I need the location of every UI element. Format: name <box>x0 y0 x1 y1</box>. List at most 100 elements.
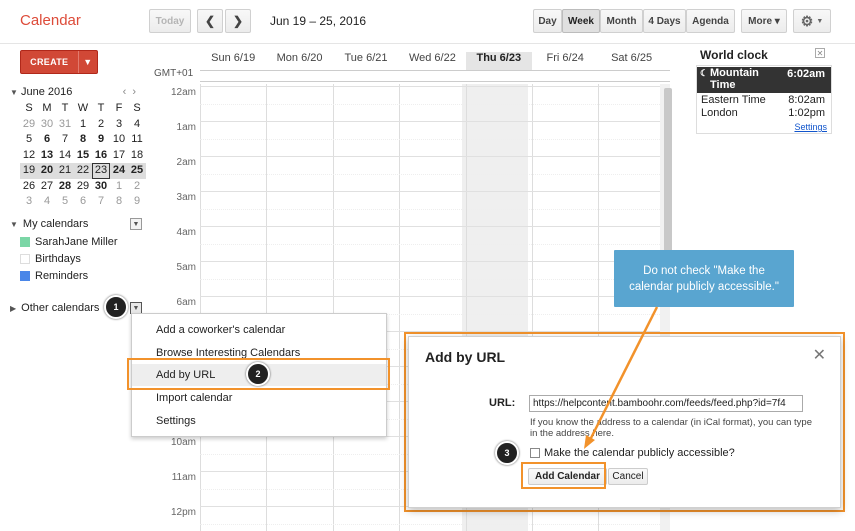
mini-calendar-day[interactable]: 1 <box>110 179 128 195</box>
collapse-triangle-icon: ▼ <box>10 220 18 229</box>
mini-calendar-day[interactable]: 13 <box>38 148 56 164</box>
calendar-item[interactable]: Birthdays <box>20 253 81 265</box>
my-calendars-toggle[interactable]: ▼ My calendars <box>10 218 88 230</box>
instruction-tooltip: Do not check "Make the calendar publicly… <box>614 250 794 307</box>
mini-calendar-day[interactable]: 30 <box>92 179 110 195</box>
day-header[interactable]: Mon 6/20 <box>266 52 332 70</box>
mini-calendar-day[interactable]: 26 <box>20 179 38 195</box>
hour-line <box>200 121 670 122</box>
url-input[interactable] <box>529 395 803 412</box>
mini-calendar-day[interactable]: 14 <box>56 148 74 164</box>
mini-calendar-day[interactable]: 7 <box>56 132 74 148</box>
mini-calendar-nav[interactable]: ‹› <box>123 86 142 98</box>
mini-calendar-day[interactable]: 6 <box>74 194 92 210</box>
calendar-item[interactable]: SarahJane Miller <box>20 236 118 248</box>
view-day-button[interactable]: Day <box>533 9 562 33</box>
mini-calendar-day[interactable]: 8 <box>110 194 128 210</box>
mini-calendar-day[interactable]: 15 <box>74 148 92 164</box>
mini-calendar-day[interactable]: 22 <box>74 163 92 179</box>
mini-calendar-day[interactable]: 5 <box>56 194 74 210</box>
view-4days-button[interactable]: 4 Days <box>643 9 686 33</box>
mini-calendar-day[interactable]: 20 <box>38 163 56 179</box>
mini-calendar-day[interactable]: 8 <box>74 132 92 148</box>
mini-calendar-day[interactable]: 25 <box>128 163 146 179</box>
day-header[interactable]: Thu 6/23 <box>465 52 532 70</box>
mini-calendar-day[interactable]: 28 <box>56 179 74 195</box>
today-button[interactable]: Today <box>149 9 191 33</box>
mini-calendar-day[interactable]: 27 <box>38 179 56 195</box>
url-label: URL: <box>489 397 516 409</box>
mini-calendar-day[interactable]: 3 <box>110 117 128 133</box>
hour-line <box>200 86 670 87</box>
mini-calendar-day[interactable]: 2 <box>92 117 110 133</box>
mini-calendar-day[interactable]: 1 <box>74 117 92 133</box>
view-week-button[interactable]: Week <box>562 9 600 33</box>
my-calendars-dropdown[interactable]: ▼ <box>130 218 142 230</box>
mini-calendar-grid: S M T W T F S 29 30 31 1 2 3 4 5 6 7 8 9 10 11 12 13 14 15 16 17 18… <box>20 101 146 210</box>
mini-calendar-day[interactable]: 21 <box>56 163 74 179</box>
view-agenda-button[interactable]: Agenda <box>686 9 735 33</box>
timezone-label: GMT+01 <box>154 68 194 79</box>
day-header[interactable]: Sun 6/19 <box>200 52 266 70</box>
mini-calendar-day[interactable]: 17 <box>110 148 128 164</box>
dropdown-arrow-icon[interactable]: ▼ <box>77 51 98 73</box>
public-checkbox[interactable] <box>530 448 540 458</box>
settings-button[interactable]: ⚙ ▼ <box>793 9 831 33</box>
mini-calendar-day[interactable]: 31 <box>56 117 74 133</box>
mini-calendar-day[interactable]: 3 <box>20 194 38 210</box>
mini-calendar-day[interactable]: 5 <box>20 132 38 148</box>
day-header[interactable]: Fri 6/24 <box>532 52 598 70</box>
half-hour-line <box>200 208 670 210</box>
calendar-color-swatch <box>20 254 30 264</box>
day-header[interactable]: Wed 6/22 <box>399 52 465 70</box>
mini-calendar-day[interactable]: 2 <box>128 179 146 195</box>
prev-button[interactable]: ❮ <box>197 9 223 33</box>
mini-calendar-day[interactable]: 30 <box>38 117 56 133</box>
hour-label: 1am <box>176 122 196 133</box>
mini-calendar-day[interactable]: 7 <box>92 194 110 210</box>
world-clock-settings-link[interactable]: Settings <box>794 122 827 132</box>
mini-prev-icon[interactable]: ‹ <box>123 86 133 98</box>
other-calendars-toggle[interactable]: ▶ Other calendars <box>10 302 99 314</box>
mini-calendar-day[interactable]: 9 <box>92 132 110 148</box>
calendar-item[interactable]: Reminders <box>20 270 88 282</box>
public-checkbox-row[interactable]: Make the calendar publicly accessible? <box>530 447 735 459</box>
menu-item-import[interactable]: Import calendar <box>132 387 386 409</box>
create-button[interactable]: CREATE ▼ <box>20 50 98 74</box>
day-header[interactable]: Tue 6/21 <box>333 52 399 70</box>
mini-calendar-day[interactable]: 19 <box>20 163 38 179</box>
menu-item-settings[interactable]: Settings <box>132 410 386 432</box>
cancel-button[interactable]: Cancel <box>608 468 648 485</box>
next-button[interactable]: ❯ <box>225 9 251 33</box>
close-icon[interactable]: ✕ <box>813 345 826 365</box>
mini-calendar-day[interactable]: 24 <box>110 163 128 179</box>
hour-label: 12am <box>170 87 196 98</box>
mini-calendar-day[interactable]: 9 <box>128 194 146 210</box>
view-month-button[interactable]: Month <box>600 9 643 33</box>
mini-calendar-day[interactable]: 29 <box>74 179 92 195</box>
mini-calendar-day[interactable]: 10 <box>110 132 128 148</box>
mini-calendar-day[interactable]: 4 <box>128 117 146 133</box>
day-header[interactable]: Sat 6/25 <box>598 52 664 70</box>
close-icon[interactable]: ✕ <box>815 48 825 58</box>
mini-calendar-day[interactable]: 4 <box>38 194 56 210</box>
chevron-down-icon: ▼ <box>816 17 824 25</box>
step-badge: 1 <box>104 295 128 319</box>
mini-calendar-day[interactable]: 29 <box>20 117 38 133</box>
mini-calendar-day[interactable]: 16 <box>92 148 110 164</box>
half-hour-line <box>200 243 670 245</box>
mini-next-icon[interactable]: › <box>132 86 142 98</box>
mini-calendar-day[interactable]: 18 <box>128 148 146 164</box>
all-day-row[interactable] <box>200 70 670 82</box>
mini-calendar-month[interactable]: ▼ June 2016 <box>10 86 72 98</box>
more-button[interactable]: More ▾ <box>741 9 787 33</box>
mini-calendar-day[interactable]: 6 <box>38 132 56 148</box>
mini-calendar-day[interactable]: 11 <box>128 132 146 148</box>
mini-calendar-day[interactable]: 23 <box>92 163 110 179</box>
app-title[interactable]: Calendar <box>20 12 81 29</box>
add-by-url-dialog: Add by URL ✕ URL: If you know the addres… <box>408 336 841 508</box>
hour-label: 5am <box>176 262 196 273</box>
hour-label: 3am <box>176 192 196 203</box>
mini-calendar-day[interactable]: 12 <box>20 148 38 164</box>
menu-item-add-coworker[interactable]: Add a coworker's calendar <box>132 319 386 341</box>
